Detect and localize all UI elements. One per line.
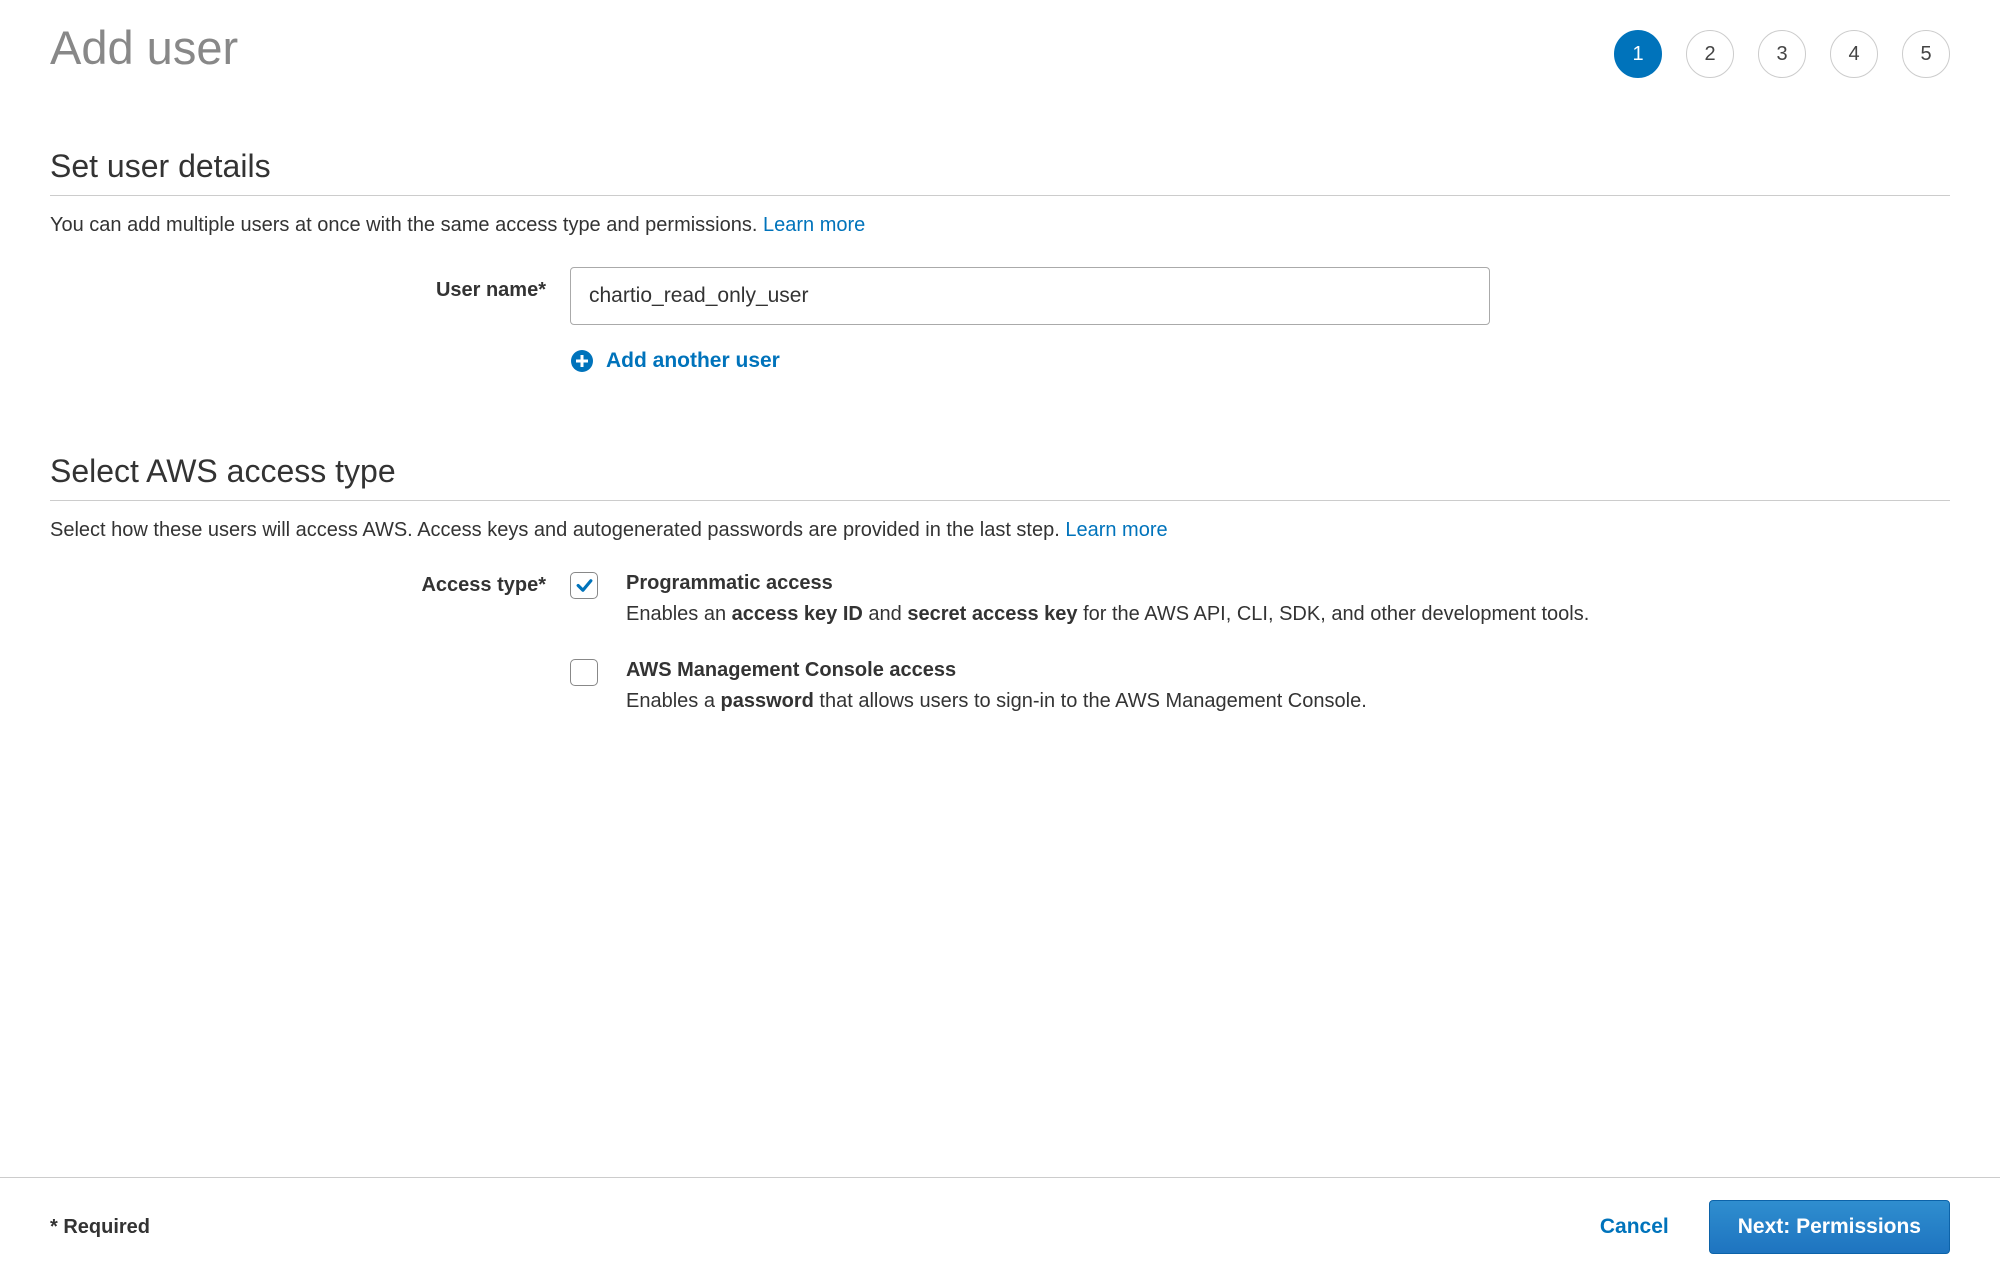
programmatic-access-title: Programmatic access	[626, 572, 1950, 595]
console-desc-post: that allows users to sign-in to the AWS …	[814, 690, 1367, 712]
step-2[interactable]: 2	[1686, 30, 1734, 78]
section-access-type-desc: Select how these users will access AWS. …	[50, 519, 1950, 542]
section-user-details-desc-text: You can add multiple users at once with …	[50, 214, 763, 236]
add-another-user-button[interactable]: Add another user	[570, 349, 1950, 373]
learn-more-link-user-details[interactable]: Learn more	[763, 214, 865, 236]
page-title: Add user	[50, 20, 238, 75]
section-user-details-desc: You can add multiple users at once with …	[50, 214, 1950, 237]
username-label: User name*	[50, 267, 570, 302]
wizard-steps: 1 2 3 4 5	[1614, 20, 1950, 78]
section-access-type-title: Select AWS access type	[50, 453, 1950, 490]
section-user-details-title: Set user details	[50, 148, 1950, 185]
programmatic-access-desc: Enables an access key ID and secret acce…	[626, 599, 1726, 629]
plus-circle-icon	[570, 349, 594, 373]
divider-2	[50, 500, 1950, 501]
prog-desc-pre: Enables an	[626, 603, 732, 625]
divider	[50, 195, 1950, 196]
next-permissions-button[interactable]: Next: Permissions	[1709, 1200, 1950, 1254]
prog-desc-post: for the AWS API, CLI, SDK, and other dev…	[1078, 603, 1590, 625]
required-note: * Required	[50, 1216, 150, 1239]
console-access-title: AWS Management Console access	[626, 659, 1950, 682]
access-type-label: Access type*	[50, 572, 570, 597]
prog-desc-b1: access key ID	[732, 603, 863, 625]
prog-desc-b2: secret access key	[907, 603, 1077, 625]
add-another-user-label: Add another user	[606, 349, 780, 373]
programmatic-access-checkbox[interactable]	[570, 572, 598, 599]
console-desc-b1: password	[721, 690, 814, 712]
step-1[interactable]: 1	[1614, 30, 1662, 78]
prog-desc-mid: and	[863, 603, 907, 625]
console-access-checkbox[interactable]	[570, 659, 598, 686]
footer: * Required Cancel Next: Permissions	[0, 1177, 2000, 1276]
username-input[interactable]	[570, 267, 1490, 325]
cancel-button[interactable]: Cancel	[1600, 1215, 1669, 1239]
step-3[interactable]: 3	[1758, 30, 1806, 78]
console-desc-pre: Enables a	[626, 690, 721, 712]
learn-more-link-access-type[interactable]: Learn more	[1065, 519, 1167, 541]
step-4[interactable]: 4	[1830, 30, 1878, 78]
console-access-desc: Enables a password that allows users to …	[626, 686, 1726, 716]
section-access-type-desc-text: Select how these users will access AWS. …	[50, 519, 1065, 541]
step-5[interactable]: 5	[1902, 30, 1950, 78]
